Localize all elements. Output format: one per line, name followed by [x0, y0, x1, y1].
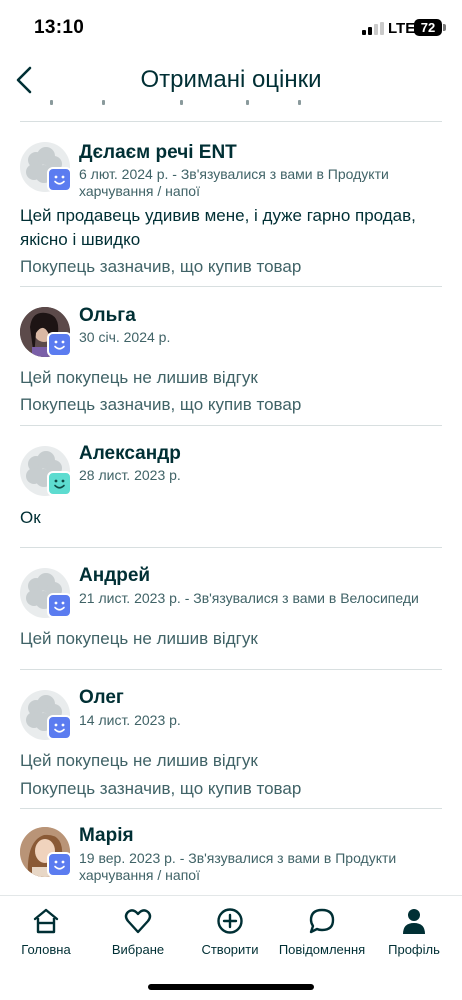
- battery-tip: [443, 24, 446, 31]
- smiley-badge-icon: [47, 471, 72, 496]
- review-meta: 30 січ. 2024 р.: [79, 329, 171, 345]
- review-meta: 6 лют. 2024 р. - Зв'язувалися з вами в П…: [79, 166, 389, 199]
- battery-icon: 72: [414, 19, 442, 36]
- heart-icon: [124, 909, 152, 934]
- status-bar: 13:10 LTE 72: [0, 0, 462, 56]
- home-icon: [33, 908, 59, 934]
- nav-messages[interactable]: Повідомлення: [276, 906, 368, 962]
- page-title: Отримані оцінки: [140, 66, 322, 93]
- plus-circle-icon: [217, 908, 243, 934]
- nav-profile-label: Профіль: [388, 942, 440, 957]
- network-type: LTE: [388, 20, 416, 37]
- nav-home[interactable]: Головна: [0, 906, 92, 962]
- review-comment: Цей покупець не лишив відгук: [20, 368, 258, 387]
- divider: [20, 425, 442, 426]
- battery-level: 72: [420, 20, 436, 35]
- reviewer-name: Олег: [79, 687, 124, 708]
- nav-messages-label: Повідомлення: [278, 942, 366, 957]
- review-meta: 21 лист. 2023 р. - Зв'язувалися з вами в…: [79, 590, 419, 606]
- review-comment: Цей покупець не лишив відгук: [20, 751, 258, 770]
- smiley-badge-icon: [47, 167, 72, 192]
- smiley-badge-icon: [47, 593, 72, 618]
- review-meta: 19 вер. 2023 р. - Зв'язувалися з вами в …: [79, 850, 397, 883]
- avatar: [20, 307, 72, 357]
- smiley-badge-icon: [47, 715, 72, 740]
- reviewer-name: Ольга: [79, 305, 136, 326]
- nav-favorites[interactable]: Вибране: [92, 906, 184, 962]
- smiley-badge-icon: [47, 332, 72, 357]
- status-time: 13:10: [34, 17, 85, 38]
- nav-favorites-label: Вибране: [111, 942, 165, 957]
- reviewer-name: Андрей: [79, 565, 151, 586]
- clipped-previous-text: [20, 100, 442, 108]
- divider: [20, 669, 442, 670]
- avatar: [20, 568, 72, 618]
- review-meta: 28 лист. 2023 р.: [79, 467, 181, 483]
- nav-home-label: Головна: [21, 942, 71, 957]
- review-comment: Цей покупець не лишив відгук: [20, 629, 258, 648]
- smiley-badge-icon: [47, 852, 72, 877]
- avatar: [20, 690, 72, 740]
- divider: [20, 121, 442, 122]
- avatar: [20, 142, 72, 192]
- divider: [20, 547, 442, 548]
- reviews-list[interactable]: Дєлаєм речі ENT 6 лют. 2024 р. - Зв'язув…: [0, 100, 462, 895]
- reviewer-name: Дєлаєм речі ENT: [79, 142, 237, 163]
- cellular-signal-icon: [362, 22, 384, 35]
- avatar: [20, 827, 72, 877]
- nav-create[interactable]: Створити: [184, 906, 276, 962]
- review-comment: Ок: [20, 508, 41, 527]
- review-comment: Цей продавець удивив мене, і дуже гарно …: [20, 206, 416, 249]
- purchase-note: Покупець зазначив, що купив товар: [20, 395, 302, 414]
- home-indicator[interactable]: [148, 984, 314, 990]
- purchase-note: Покупець зазначив, що купив товар: [20, 257, 302, 276]
- nav-profile[interactable]: Профіль: [368, 906, 460, 962]
- review-meta: 14 лист. 2023 р.: [79, 712, 181, 728]
- purchase-note: Покупець зазначив, що купив товар: [20, 779, 302, 798]
- header: Отримані оцінки: [0, 56, 462, 106]
- divider: [20, 286, 442, 287]
- chat-bubble-icon: [309, 908, 335, 934]
- avatar: [20, 446, 72, 496]
- divider: [20, 808, 442, 809]
- nav-create-label: Створити: [201, 942, 259, 957]
- reviewer-name: Александр: [79, 443, 181, 464]
- reviewer-name: Марія: [79, 825, 134, 846]
- person-icon: [403, 909, 425, 934]
